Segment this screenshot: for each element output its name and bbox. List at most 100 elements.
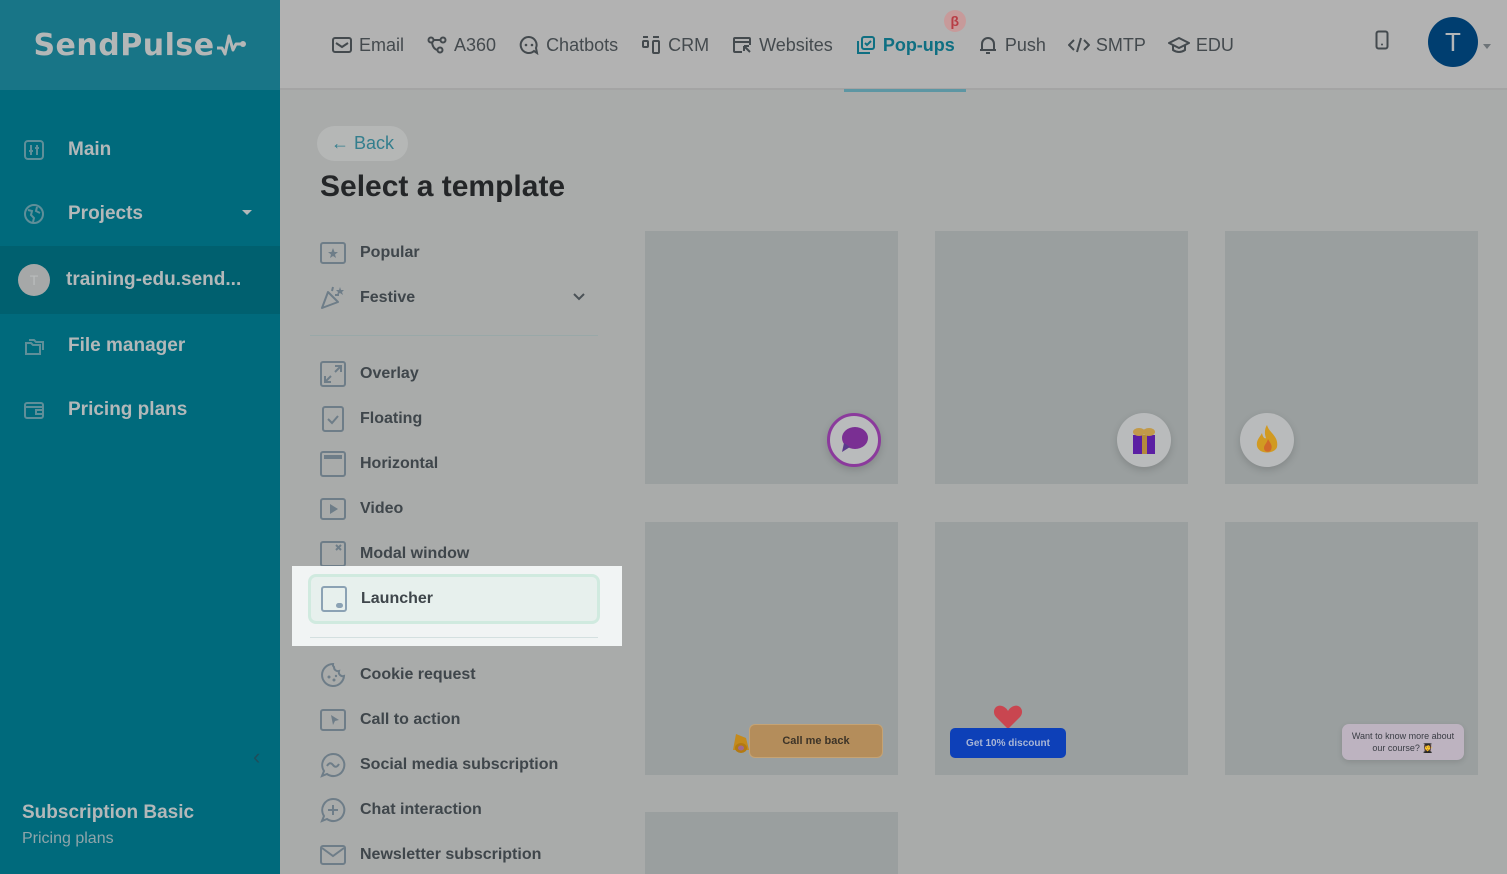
- sidebar-nav: Main Projects T training-edu.send... Fil…: [0, 118, 280, 442]
- category-launcher-selected[interactable]: Launcher: [308, 574, 600, 624]
- sidebar-item-projects[interactable]: Projects: [0, 182, 280, 246]
- pricing-plans-link[interactable]: Pricing plans: [22, 830, 194, 848]
- category-chat-interaction[interactable]: Chat interaction: [310, 787, 598, 832]
- launcher-icon: [321, 586, 347, 612]
- nav-smtp[interactable]: SMTP: [1057, 0, 1157, 90]
- category-label: Modal window: [360, 544, 470, 562]
- nav-push[interactable]: Push: [966, 0, 1057, 90]
- course-message-preview: Want to know more about our course? 👩‍🎓: [1342, 724, 1464, 760]
- sidebar: SendPulse Main Projects T training-edu.s…: [0, 0, 280, 874]
- nav-label: Websites: [759, 34, 833, 55]
- back-button[interactable]: ← Back: [317, 126, 409, 161]
- chatbot-icon: [518, 34, 540, 56]
- category-label: Overlay: [360, 364, 419, 382]
- category-label: Launcher: [361, 590, 434, 607]
- logo-area: SendPulse: [0, 0, 280, 90]
- chevron-down-icon[interactable]: [572, 289, 586, 307]
- expand-icon: [320, 360, 346, 387]
- category-floating[interactable]: Floating: [310, 396, 598, 441]
- envelope-icon: [320, 842, 346, 868]
- pulse-icon: [216, 34, 246, 56]
- category-label: Call to action: [360, 710, 461, 728]
- category-label: Chat interaction: [360, 800, 482, 818]
- template-card[interactable]: [645, 231, 898, 484]
- user-avatar[interactable]: T: [1428, 17, 1478, 67]
- play-icon: [320, 496, 346, 522]
- folder-icon: [22, 334, 46, 358]
- category-horizontal[interactable]: Horizontal: [310, 441, 598, 486]
- category-call-to-action[interactable]: Call to action: [310, 697, 598, 742]
- cookie-icon: [320, 662, 346, 688]
- category-video[interactable]: Video: [310, 486, 598, 531]
- category-label: Horizontal: [360, 454, 439, 472]
- nav-crm[interactable]: CRM: [629, 0, 720, 90]
- nav-websites[interactable]: Websites: [720, 0, 844, 90]
- nav-a360[interactable]: A360: [415, 0, 507, 90]
- category-divider: [310, 637, 598, 638]
- caret-down-icon[interactable]: [242, 210, 252, 215]
- category-label: Floating: [360, 409, 423, 427]
- category-label: Cookie request: [360, 665, 476, 683]
- sidebar-item-file-manager[interactable]: File manager: [0, 314, 280, 378]
- get-discount-button-preview: Get 10% discount: [950, 728, 1066, 758]
- subscription-box: Subscription Basic Pricing plans: [22, 802, 194, 848]
- category-cookie-request[interactable]: Cookie request: [310, 652, 598, 697]
- collapse-sidebar-chevron-left-icon[interactable]: ‹: [253, 744, 260, 770]
- template-card[interactable]: Get 10% discount: [935, 522, 1188, 775]
- sidebar-item-project-training-edu[interactable]: T training-edu.send...: [0, 246, 280, 314]
- nav-label: EDU: [1195, 34, 1234, 55]
- sendpulse-logo[interactable]: SendPulse: [33, 28, 246, 63]
- sidebar-item-label: Pricing plans: [68, 399, 188, 420]
- page-title: Select a template: [320, 170, 566, 203]
- category-label: Festive: [360, 288, 416, 306]
- gift-icon: [1117, 413, 1171, 467]
- category-label: Popular: [360, 243, 420, 261]
- mobile-preview-phone-icon[interactable]: [1375, 30, 1389, 55]
- category-divider: [310, 335, 598, 336]
- fire-icon: [1240, 413, 1294, 467]
- category-overlay[interactable]: Overlay: [310, 351, 598, 396]
- product-nav: Email A360 Chatbots CRM Websites Pop-ups…: [320, 0, 1245, 92]
- category-newsletter-subscription[interactable]: Newsletter subscription: [310, 832, 598, 874]
- category-popular[interactable]: Popular: [310, 230, 598, 275]
- category-label: Newsletter subscription: [360, 845, 542, 863]
- nav-email[interactable]: Email: [320, 0, 415, 90]
- chat-bubble-icon: [827, 413, 881, 467]
- bell-icon: [977, 34, 999, 56]
- party-popper-icon: [320, 285, 346, 311]
- nav-edu[interactable]: EDU: [1157, 0, 1245, 90]
- nav-pop-ups[interactable]: Pop-ups β: [843, 0, 966, 92]
- chat-plus-icon: [320, 797, 346, 823]
- template-category-list: Popular Festive Overlay Floating Horizon…: [310, 230, 598, 576]
- website-icon: [731, 34, 753, 56]
- launcher-highlight: Launcher: [292, 566, 622, 646]
- star-icon: [320, 240, 346, 266]
- sidebar-item-label: Main: [68, 139, 112, 160]
- user-menu-caret-icon[interactable]: [1483, 44, 1491, 49]
- project-avatar: T: [18, 264, 50, 296]
- category-label: Social media subscription: [360, 755, 559, 773]
- nav-chatbots[interactable]: Chatbots: [507, 0, 629, 90]
- sidebar-item-main[interactable]: Main: [0, 118, 280, 182]
- check-box-icon: [320, 405, 346, 432]
- nav-label: Chatbots: [546, 34, 619, 55]
- category-festive[interactable]: Festive: [310, 275, 598, 320]
- horizontal-bar-icon: [320, 450, 346, 477]
- sidebar-item-label: File manager: [68, 335, 186, 356]
- template-card[interactable]: [1225, 231, 1478, 484]
- dashboard-icon: [22, 138, 46, 162]
- template-card[interactable]: [645, 812, 898, 874]
- graduation-cap-icon: [1167, 34, 1190, 56]
- top-navigation-bar: Email A360 Chatbots CRM Websites Pop-ups…: [280, 0, 1507, 92]
- template-card[interactable]: Want to know more about our course? 👩‍🎓: [1225, 522, 1478, 775]
- cursor-icon: [320, 707, 346, 733]
- sidebar-item-pricing-plans[interactable]: Pricing plans: [0, 378, 280, 442]
- nav-label: Pop-ups: [882, 34, 955, 55]
- sidebar-item-label: Projects: [68, 203, 143, 224]
- beta-badge: β: [943, 10, 966, 32]
- category-social-media-subscription[interactable]: Social media subscription: [310, 742, 598, 787]
- template-card[interactable]: [935, 231, 1188, 484]
- template-card[interactable]: Call me back: [645, 522, 898, 775]
- messenger-icon: [320, 752, 346, 778]
- globe-icon: [22, 202, 46, 226]
